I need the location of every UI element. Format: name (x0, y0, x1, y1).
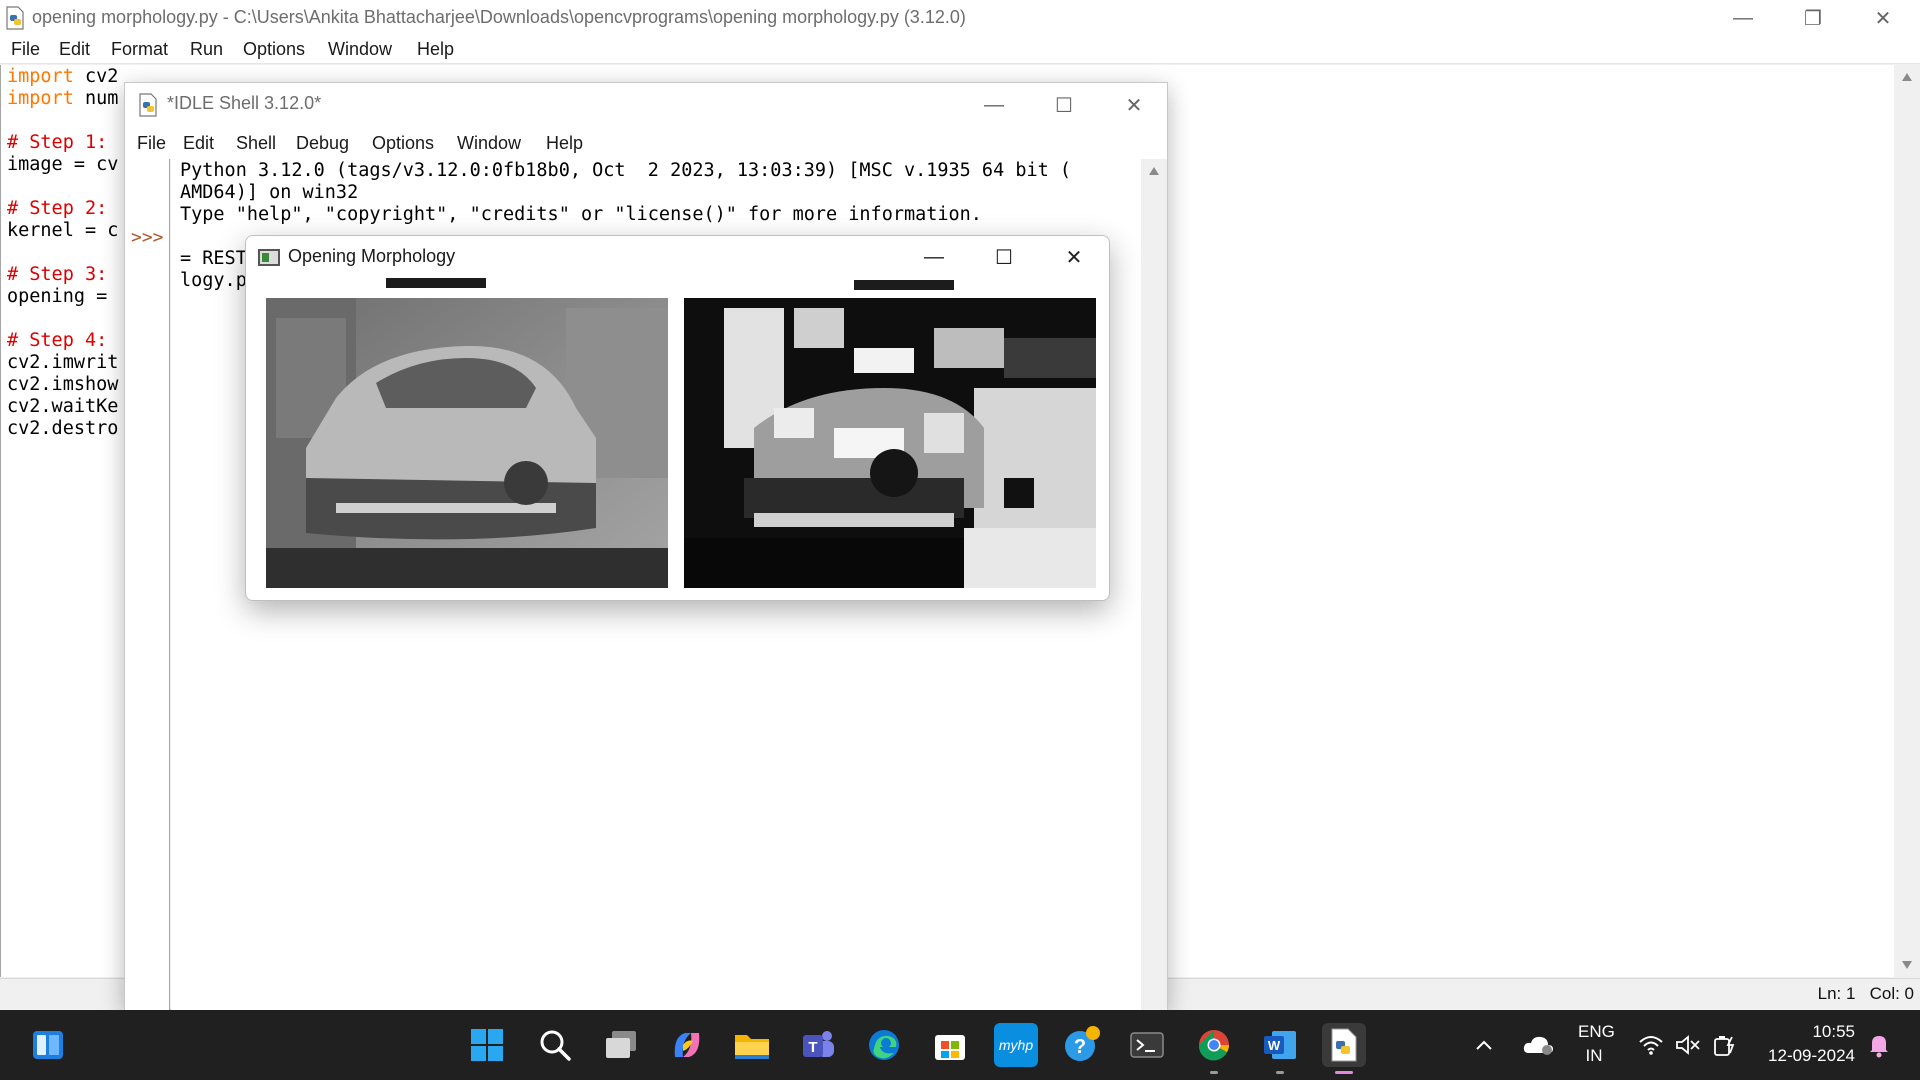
shell-maximize-button[interactable]: ☐ (1029, 83, 1099, 127)
widgets-icon[interactable] (26, 1023, 70, 1067)
chrome-running-indicator (1210, 1071, 1218, 1074)
python-file-icon (6, 6, 24, 30)
wifi-icon[interactable] (1636, 1023, 1666, 1067)
shell-scroll-up-icon[interactable] (1149, 167, 1159, 175)
close-button[interactable]: ✕ (1848, 0, 1918, 36)
windows-taskbar: T myhp ? W ENG IN 10:55 12-09-2024 (0, 1010, 1920, 1080)
chrome-icon[interactable] (1192, 1023, 1236, 1074)
notification-bell-icon[interactable] (1864, 1023, 1894, 1067)
task-view-icon[interactable] (599, 1023, 643, 1067)
code-comment: # Step 3: (7, 264, 108, 285)
shell-output-line: AMD64)] on win32 (180, 182, 359, 203)
word-running-indicator (1276, 1071, 1284, 1074)
opening-result-image (684, 278, 1096, 588)
code-text: cv2.imshow (7, 374, 119, 395)
search-icon[interactable] (533, 1023, 577, 1067)
store-icon[interactable] (928, 1023, 972, 1067)
scroll-down-icon[interactable] (1902, 961, 1912, 969)
language-indicator[interactable]: ENG (1578, 1022, 1615, 1042)
svg-text:W: W (1268, 1038, 1281, 1053)
shell-menu-shell[interactable]: Shell (236, 133, 276, 154)
shell-menu-help[interactable]: Help (546, 133, 583, 154)
code-text: cv2.destro (7, 418, 119, 439)
menu-format[interactable]: Format (111, 39, 168, 60)
original-grayscale-image (266, 278, 668, 588)
shell-titlebar[interactable]: *IDLE Shell 3.12.0* — ☐ ✕ (125, 83, 1167, 127)
editor-menubar: File Edit Format Run Options Window Help (0, 36, 1920, 64)
cursor-position: Ln: 1 Col: 0 (1817, 984, 1914, 1003)
myhp-icon[interactable]: myhp (994, 1023, 1038, 1067)
idle-active-indicator (1335, 1071, 1353, 1074)
code-comment: # Step 1: (7, 132, 108, 153)
code-text: cv2.waitKe (7, 396, 119, 417)
cv-window-icon (258, 249, 280, 266)
cv-minimize-button[interactable]: — (899, 236, 969, 278)
shell-title: *IDLE Shell 3.12.0* (167, 93, 322, 113)
clock-date[interactable]: 12-09-2024 (1755, 1046, 1855, 1066)
cv-image-area (246, 278, 1109, 600)
code-text: image = cv (7, 154, 119, 175)
battery-charging-icon[interactable] (1710, 1023, 1740, 1067)
shell-menu-file[interactable]: File (137, 133, 166, 154)
code-text: cv2 (73, 66, 119, 87)
svg-text:T: T (808, 1039, 817, 1056)
menu-window[interactable]: Window (328, 39, 392, 60)
python-shell-icon (139, 93, 157, 117)
editor-titlebar[interactable]: opening morphology.py - C:\Users\Ankita … (0, 0, 1920, 36)
shell-prompt: >>> (131, 227, 164, 248)
cv-window-title: Opening Morphology (288, 246, 456, 266)
svg-text:?: ? (1074, 1036, 1086, 1058)
cv-titlebar[interactable]: Opening Morphology — ☐ ✕ (246, 236, 1109, 278)
editor-scrollbar[interactable] (1894, 65, 1920, 977)
opencv-image-window: Opening Morphology — ☐ ✕ (245, 235, 1110, 601)
teams-icon[interactable]: T (796, 1023, 840, 1067)
shell-menubar: File Edit Shell Debug Options Window Hel… (125, 127, 1167, 159)
code-keyword: import (7, 66, 74, 87)
cv-maximize-button[interactable]: ☐ (969, 236, 1039, 278)
volume-muted-icon[interactable] (1673, 1023, 1703, 1067)
file-explorer-icon[interactable] (730, 1023, 774, 1067)
minimize-button[interactable]: — (1708, 0, 1778, 36)
myhp-label: myhp (998, 1037, 1034, 1053)
idle-icon[interactable] (1322, 1023, 1366, 1074)
shell-output-line: Python 3.12.0 (tags/v3.12.0:0fb18b0, Oct… (180, 160, 1072, 181)
code-text: kernel = c (7, 220, 119, 241)
cv-close-button[interactable]: ✕ (1039, 236, 1109, 278)
help-icon[interactable]: ? (1060, 1023, 1104, 1067)
code-comment: # Step 4: (7, 330, 108, 351)
code-comment: # Step 2: (7, 198, 108, 219)
chevron-up-icon[interactable] (1469, 1023, 1499, 1067)
clock-time[interactable]: 10:55 (1755, 1022, 1855, 1042)
shell-minimize-button[interactable]: — (959, 83, 1029, 127)
shell-output-line: Type "help", "copyright", "credits" or "… (180, 204, 982, 225)
shell-menu-edit[interactable]: Edit (183, 133, 214, 154)
menu-run[interactable]: Run (190, 39, 223, 60)
shell-menu-options[interactable]: Options (372, 133, 434, 154)
restore-button[interactable]: ❐ (1778, 0, 1848, 36)
code-text: cv2.imwrit (7, 352, 119, 373)
shell-menu-window[interactable]: Window (457, 133, 521, 154)
menu-edit[interactable]: Edit (59, 39, 90, 60)
onedrive-icon[interactable] (1518, 1023, 1558, 1067)
word-icon[interactable]: W (1258, 1023, 1302, 1074)
copilot-icon[interactable] (665, 1023, 709, 1067)
terminal-icon[interactable] (1125, 1023, 1169, 1067)
code-text: num (73, 88, 119, 109)
shell-scrollbar[interactable] (1141, 159, 1167, 1011)
scroll-up-icon[interactable] (1902, 73, 1912, 81)
menu-file[interactable]: File (11, 39, 40, 60)
menu-help[interactable]: Help (417, 39, 454, 60)
code-keyword: import (7, 88, 74, 109)
shell-prompt-gutter (125, 159, 170, 1011)
code-text: opening = (7, 286, 119, 307)
shell-menu-debug[interactable]: Debug (296, 133, 349, 154)
editor-title: opening morphology.py - C:\Users\Ankita … (32, 7, 966, 27)
start-icon[interactable] (465, 1023, 509, 1067)
edge-icon[interactable] (862, 1023, 906, 1067)
region-indicator: IN (1585, 1046, 1603, 1065)
shell-close-button[interactable]: ✕ (1099, 83, 1169, 127)
menu-options[interactable]: Options (243, 39, 305, 60)
